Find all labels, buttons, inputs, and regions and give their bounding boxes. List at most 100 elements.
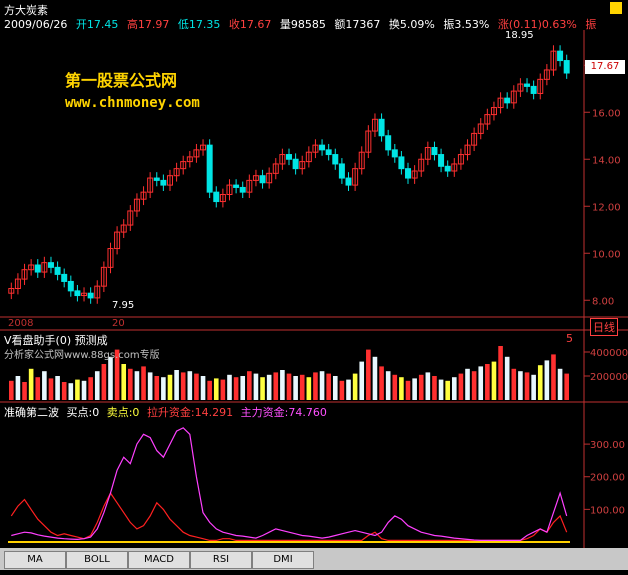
volume-bar (161, 377, 166, 400)
volume-bar (108, 356, 113, 400)
candle-body (325, 149, 332, 156)
year-label-right: 20 (112, 318, 125, 329)
volume-tick-label: 400000 (590, 348, 628, 359)
volume-bar (537, 365, 543, 400)
volume-bar (366, 349, 371, 400)
volume-bar (544, 360, 550, 400)
candle-body (398, 156, 405, 170)
volume-bar (491, 361, 497, 400)
volume-bar (35, 377, 41, 400)
candle-body (504, 97, 511, 104)
volume-tick-label: 200000 (590, 372, 628, 383)
tab-macd[interactable]: MACD (128, 551, 190, 569)
volume-bar (498, 346, 503, 400)
volume-bar (207, 380, 212, 400)
candle-body (405, 168, 412, 179)
period-selector[interactable]: 日线 (590, 318, 618, 336)
indicator-tick-label: 100.00 (590, 505, 625, 516)
volume-bar (174, 370, 179, 400)
volume-bar (293, 376, 298, 400)
price-tick-label: 10.00 (592, 249, 621, 260)
volume-bar (313, 372, 318, 400)
volume-bar (55, 376, 60, 400)
volume-bar (121, 364, 127, 400)
volume-bar (22, 382, 27, 400)
volume-bar (359, 361, 365, 400)
indicator-lift-fund: 拉升资金:14.291 (146, 406, 234, 419)
candle-body (391, 149, 398, 158)
volume-bar (425, 372, 431, 400)
volume-bar (432, 376, 437, 400)
volume-bar (220, 379, 226, 400)
candle-body (87, 292, 94, 299)
volume-bar (385, 371, 391, 400)
tab-dmi[interactable]: DMI (252, 551, 314, 569)
price-tick-label: 14.00 (592, 155, 621, 166)
lift-fund-line (10, 491, 568, 542)
volume-bar (101, 364, 107, 400)
candle-body (206, 144, 213, 193)
candle-body (54, 266, 61, 275)
volume-bar (319, 371, 325, 400)
volume-bar (75, 379, 80, 400)
candle-body (524, 83, 531, 87)
volume-bar (180, 372, 186, 400)
volume-bar (564, 373, 569, 400)
volume-bar (141, 366, 146, 400)
volume-bar (471, 371, 477, 400)
volume-bar (260, 377, 265, 400)
candle-body (332, 154, 339, 165)
candle-body (563, 60, 570, 74)
volume-bar (9, 380, 14, 400)
tab-boll[interactable]: BOLL (66, 551, 128, 569)
candle-body (160, 179, 167, 186)
volume-bar (557, 368, 563, 400)
candle-body (431, 147, 438, 156)
max-price-label: 18.95 (505, 30, 534, 41)
candle-body (338, 163, 345, 179)
tab-rsi[interactable]: RSI (190, 551, 252, 569)
volume-bar (438, 379, 444, 400)
volume-bar (412, 378, 417, 400)
candle-body (345, 177, 352, 186)
volume-bar (266, 374, 272, 400)
price-tick-label: 8.00 (592, 296, 614, 307)
volume-bar (339, 380, 345, 400)
volume-bar (551, 354, 556, 400)
tab-ma[interactable]: MA (4, 551, 66, 569)
volume-bar (326, 373, 331, 400)
min-price-label: 7.95 (112, 300, 135, 311)
volume-bar (61, 382, 67, 400)
volume-bar (306, 377, 312, 400)
volume-bar (504, 356, 510, 400)
volume-bar (227, 374, 232, 400)
volume-bar (445, 380, 450, 400)
volume-bar (247, 371, 252, 400)
indicator-tick-label: 200.00 (590, 473, 625, 484)
volume-bar (392, 374, 398, 400)
candle-body (378, 118, 385, 137)
indicator-main-fund: 主力资金:74.760 (240, 406, 327, 419)
volume-bar (28, 368, 34, 400)
volume-bar (167, 374, 173, 400)
candle-body (74, 290, 81, 297)
candle-body (557, 50, 564, 62)
candle-body (233, 184, 240, 188)
candle-body (239, 186, 246, 193)
volume-bar (134, 371, 140, 400)
indicator-tick-label: 300.00 (590, 440, 625, 451)
price-tick-label: 16.00 (592, 108, 621, 119)
candle-body (292, 158, 299, 170)
volume-bar (273, 372, 279, 400)
volume-subtitle: 分析家公式网www.88gs.com专版 (4, 350, 160, 361)
volume-bar (451, 377, 457, 400)
candle-body (34, 264, 41, 273)
candle-body (444, 165, 451, 172)
candle-body (438, 154, 445, 167)
volume-bar (128, 368, 133, 400)
volume-bar (147, 372, 153, 400)
volume-bar (42, 371, 47, 400)
candle-body (286, 154, 292, 160)
year-label-left: 2008 (8, 318, 34, 329)
volume-bar (213, 378, 219, 400)
